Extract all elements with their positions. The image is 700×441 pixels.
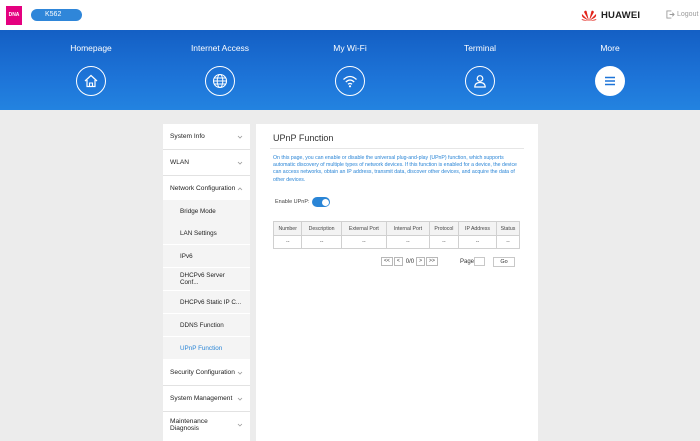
page-info: 0/0	[405, 258, 415, 265]
nav-label: My Wi-Fi	[333, 43, 367, 53]
table-cell: --	[386, 235, 430, 249]
nav-label: Homepage	[70, 43, 112, 53]
pagination: << < 0/0 > >>	[381, 257, 439, 266]
nav-terminal[interactable]: Terminal	[420, 30, 540, 110]
column-header: External Port	[340, 221, 388, 236]
content-panel: UPnP Function On this page, you can enab…	[256, 124, 538, 441]
logout-icon	[666, 10, 675, 19]
sidebar-item-system-info[interactable]: System Info	[163, 124, 250, 149]
nav-homepage[interactable]: Homepage	[31, 30, 151, 110]
nav-label: Internet Access	[190, 43, 250, 53]
sidebar-item-upnp-function[interactable]: UPnP Function	[163, 337, 250, 359]
nav-icon-circle	[205, 66, 235, 96]
column-header: Status	[495, 221, 521, 236]
nav-label: Terminal	[463, 43, 497, 53]
dna-logo: DNA	[6, 6, 22, 25]
vendor-name: HUAWEI	[601, 10, 641, 21]
first-page-button[interactable]: <<	[381, 257, 393, 266]
globe-icon	[212, 73, 228, 89]
enable-upnp-toggle[interactable]	[312, 197, 330, 207]
last-page-button[interactable]: >>	[426, 257, 438, 266]
sidebar-item-label: Network Configuration	[170, 185, 236, 192]
sidebar-item-label: System Management	[170, 395, 233, 402]
sidebar-item-lan-settings[interactable]: LAN Settings	[163, 222, 250, 244]
chevron-up-icon	[237, 186, 243, 190]
sidebar-item-label: DHCPv6 Server Conf...	[180, 272, 225, 286]
nav-icon-circle	[595, 66, 625, 96]
sidebar-item-label: LAN Settings	[180, 229, 217, 237]
go-button[interactable]: Go	[493, 257, 515, 267]
table-cell: --	[495, 235, 521, 249]
nav-more[interactable]: More	[550, 30, 670, 110]
sidebar-item-maintenance-diagnosis[interactable]: Maintenance Diagnosis	[163, 412, 250, 437]
menu-icon	[605, 76, 615, 86]
nav-icon-circle	[76, 66, 106, 96]
page-title: UPnP Function	[273, 133, 334, 143]
top-bar: DNA K562 HUAWEI Logout	[0, 0, 700, 30]
sidebar-item-label: Security Configuration	[170, 369, 235, 376]
upnp-table: Number Description External Port Interna…	[272, 221, 521, 249]
sidebar-item-dhcpv6-static-ip[interactable]: DHCPv6 Static IP C...	[163, 291, 250, 313]
page-number-input[interactable]	[474, 257, 485, 266]
sidebar-item-label: IPv6	[180, 252, 193, 260]
table-cell: --	[301, 235, 342, 249]
toggle-knob	[321, 198, 329, 206]
table-row: -- -- -- -- -- -- --	[272, 235, 521, 249]
nav-my-wifi[interactable]: My Wi-Fi	[290, 30, 410, 110]
sidebar-item-network-configuration[interactable]: Network Configuration	[163, 176, 250, 201]
chevron-down-icon	[237, 161, 243, 165]
table-header-row: Number Description External Port Interna…	[272, 221, 521, 236]
sidebar-item-label: UPnP Function	[180, 344, 223, 352]
column-header: IP Address	[458, 221, 497, 236]
user-icon	[474, 75, 486, 88]
sidebar-item-ipv6[interactable]: IPv6	[163, 245, 250, 267]
main-nav: Homepage Internet Access My Wi-Fi Termin…	[0, 30, 700, 110]
sidebar-item-label: Bridge Mode	[180, 207, 216, 215]
wifi-icon	[343, 75, 357, 88]
nav-label: More	[600, 43, 620, 53]
sidebar-item-label: Maintenance Diagnosis	[170, 417, 208, 432]
nav-internet-access[interactable]: Internet Access	[160, 30, 280, 110]
sidebar-item-system-management[interactable]: System Management	[163, 386, 250, 411]
column-header: Internal Port	[386, 221, 430, 236]
prev-page-button[interactable]: <	[393, 257, 403, 266]
chevron-down-icon	[237, 135, 243, 139]
sidebar-item-bridge-mode[interactable]: Bridge Mode	[163, 200, 250, 222]
table-cell: --	[458, 235, 497, 249]
logout-link[interactable]: Logout	[666, 10, 698, 19]
sidebar-item-label: System Info	[170, 133, 205, 140]
sidebar-item-wlan[interactable]: WLAN	[163, 150, 250, 175]
chevron-down-icon	[237, 371, 243, 375]
huawei-logo-icon	[581, 10, 597, 21]
sidebar-item-label: DDNS Function	[180, 321, 224, 329]
table-cell: --	[340, 235, 388, 249]
sidebar-item-security-configuration[interactable]: Security Configuration	[163, 360, 250, 385]
nav-icon-circle	[335, 66, 365, 96]
nav-icon-circle	[465, 66, 495, 96]
device-name-badge[interactable]: K562	[31, 9, 82, 21]
sidebar-item-dhcpv6-server[interactable]: DHCPv6 Server Conf...	[163, 268, 250, 290]
column-header: Description	[301, 221, 342, 236]
chevron-down-icon	[237, 423, 243, 427]
logout-label: Logout	[677, 11, 699, 18]
page-description: On this page, you can enable or disable …	[273, 155, 517, 183]
enable-upnp-label: Enable UPnP:	[275, 199, 310, 205]
divider	[270, 148, 524, 149]
sidebar-item-label: WLAN	[170, 159, 190, 166]
sidebar: System Info WLAN Network Configuration B…	[163, 124, 250, 441]
table-cell: --	[428, 235, 460, 249]
column-header: Protocol	[428, 221, 460, 236]
column-header: Number	[272, 221, 303, 236]
table-cell: --	[272, 235, 303, 249]
chevron-down-icon	[237, 397, 243, 401]
next-page-button[interactable]: >	[416, 257, 426, 266]
home-icon	[84, 74, 98, 88]
page-label: Page	[460, 259, 475, 265]
sidebar-item-ddns-function[interactable]: DDNS Function	[163, 314, 250, 336]
sidebar-item-label: DHCPv6 Static IP C...	[180, 298, 242, 306]
